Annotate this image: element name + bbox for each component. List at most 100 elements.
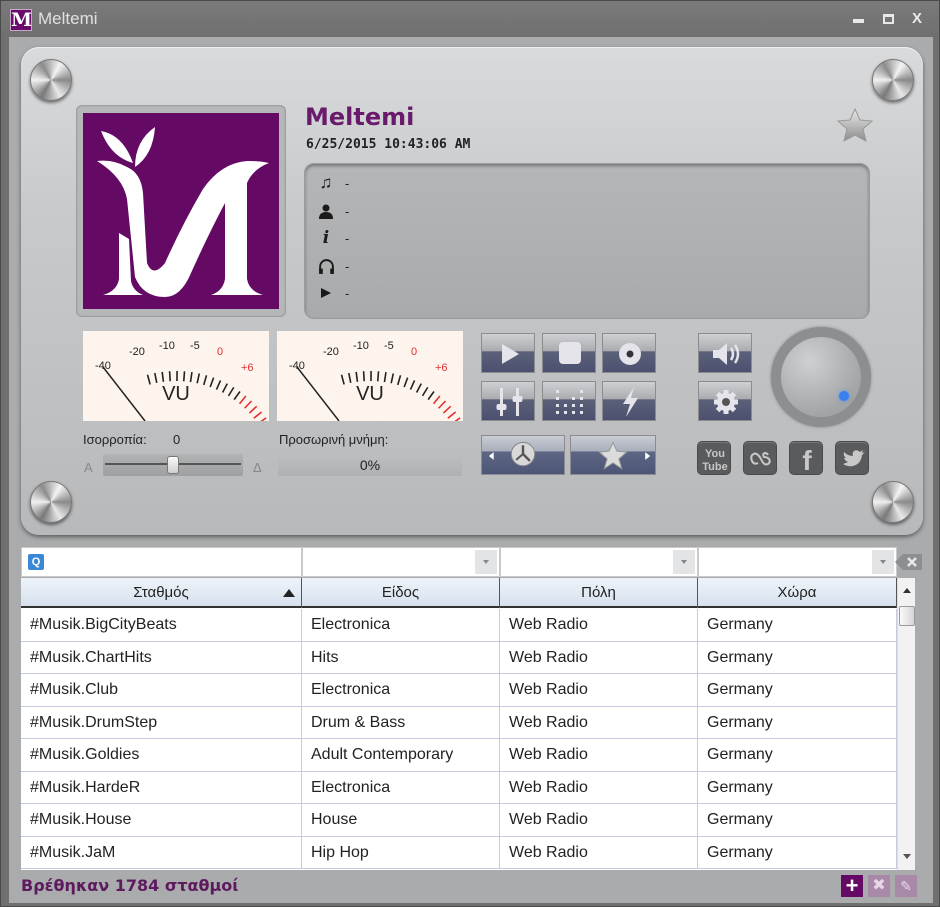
backspace-clear-icon bbox=[895, 554, 922, 570]
add-station-button[interactable]: + bbox=[841, 875, 863, 897]
play-icon bbox=[502, 344, 519, 364]
info-row-title: ♫ - bbox=[315, 172, 350, 194]
cell-country: Germany bbox=[698, 739, 897, 771]
scroll-up-button[interactable] bbox=[898, 578, 915, 604]
vu-scale-label: -20 bbox=[323, 346, 339, 358]
twitter-button[interactable] bbox=[835, 441, 869, 475]
search-icon: Q bbox=[28, 554, 44, 570]
cell-genre: Hits bbox=[302, 641, 500, 674]
facebook-button[interactable]: f bbox=[789, 441, 823, 476]
info-icon: i bbox=[322, 228, 330, 248]
cell-city: Web Radio bbox=[500, 771, 698, 804]
buffer-value: 0% bbox=[359, 457, 381, 473]
column-header-genre-label: Είδος bbox=[381, 584, 420, 601]
column-header-station[interactable]: Σταθμός bbox=[21, 578, 302, 608]
lastfm-button[interactable] bbox=[743, 441, 777, 475]
vu-tick bbox=[209, 377, 215, 388]
close-button[interactable]: X bbox=[908, 10, 926, 28]
mute-button[interactable] bbox=[698, 333, 752, 373]
info-artist-value: - bbox=[345, 203, 350, 219]
station-search-input[interactable] bbox=[50, 552, 297, 572]
screw-icon bbox=[30, 481, 72, 523]
buffer-label: Προσωρινή μνήμη: bbox=[279, 432, 389, 447]
settings-button[interactable] bbox=[698, 381, 752, 421]
table-row[interactable]: #Musik.BigCityBeats Electronica Web Radio G… bbox=[21, 609, 897, 642]
column-header-city[interactable]: Πόλη bbox=[500, 578, 698, 608]
country-filter-dropdown-icon[interactable] bbox=[872, 550, 894, 574]
edit-station-button[interactable]: ✎ bbox=[895, 875, 917, 897]
scroll-down-button[interactable] bbox=[898, 844, 915, 870]
table-body: #Musik.BigCityBeats Electronica Web Radio G… bbox=[21, 609, 897, 869]
vu-tick bbox=[154, 372, 158, 384]
effects-button[interactable] bbox=[602, 381, 656, 421]
screw-icon bbox=[30, 59, 72, 101]
volume-indicator bbox=[839, 391, 849, 401]
maximize-button[interactable] bbox=[879, 10, 897, 28]
country-filter[interactable] bbox=[698, 547, 897, 577]
scrollbar-thumb[interactable] bbox=[899, 606, 915, 626]
equalizer-button[interactable] bbox=[481, 381, 535, 421]
column-header-station-label: Σταθμός bbox=[133, 584, 189, 601]
maximize-icon bbox=[882, 14, 894, 24]
genre-filter-dropdown-icon[interactable] bbox=[475, 550, 497, 574]
station-datetime: 6/25/2015 10:43:06 AM bbox=[306, 137, 471, 152]
table-header: Σταθμός Είδος Πόλη Χώρα bbox=[21, 578, 897, 608]
youtube-button[interactable]: You Tube bbox=[697, 441, 731, 475]
vu-tick bbox=[189, 372, 193, 383]
title-bar[interactable]: M Meltemi X bbox=[1, 1, 939, 37]
balance-slider[interactable] bbox=[103, 454, 243, 476]
vu-tick bbox=[348, 372, 352, 384]
window-title: Meltemi bbox=[38, 9, 98, 28]
record-button[interactable] bbox=[602, 333, 656, 373]
cell-genre: Electronica bbox=[302, 609, 500, 641]
table-row[interactable]: #Musik.House House Web Radio Germany bbox=[21, 804, 897, 837]
column-header-country[interactable]: Χώρα bbox=[698, 578, 897, 608]
cell-country: Germany bbox=[698, 836, 897, 869]
vu-scale-label: -5 bbox=[384, 340, 394, 352]
twitter-bird-icon bbox=[843, 450, 865, 467]
youtube-icon: You Tube bbox=[702, 448, 727, 473]
table-row[interactable]: #Musik.DrumStep Drum & Bass Web Radio Germa… bbox=[21, 706, 897, 739]
table-row[interactable]: #Musik.Club Electronica Web Radio Germany bbox=[21, 674, 897, 707]
favorites-button[interactable] bbox=[570, 435, 656, 475]
history-button[interactable] bbox=[481, 435, 565, 475]
balance-label: Ισορροπία: bbox=[83, 432, 147, 447]
cell-genre: Drum & Bass bbox=[302, 706, 500, 739]
city-filter[interactable] bbox=[500, 547, 698, 577]
station-search-filter[interactable]: Q bbox=[21, 547, 302, 577]
volume-knob[interactable] bbox=[771, 327, 871, 427]
cell-station: #Musik.DrumStep bbox=[21, 706, 302, 739]
balance-left-label: Α bbox=[84, 460, 93, 475]
city-filter-dropdown-icon[interactable] bbox=[673, 550, 695, 574]
column-header-genre[interactable]: Είδος bbox=[302, 578, 500, 608]
balance-slider-thumb[interactable] bbox=[167, 456, 179, 474]
artist-icon bbox=[315, 200, 337, 222]
cell-country: Germany bbox=[698, 804, 897, 836]
info-row-listeners: - bbox=[315, 255, 349, 277]
vu-scale-label: -20 bbox=[129, 346, 145, 358]
delete-station-button[interactable]: ✖ bbox=[868, 875, 890, 897]
clear-filters-button[interactable] bbox=[895, 553, 923, 571]
cell-country: Germany bbox=[698, 771, 897, 804]
cell-city: Web Radio bbox=[500, 609, 698, 641]
record-icon bbox=[619, 343, 641, 365]
table-row[interactable]: #Musik.Goldies Adult Contemporary Web Radi… bbox=[21, 739, 897, 772]
stop-icon bbox=[559, 342, 581, 364]
vu-tick bbox=[146, 374, 151, 385]
genre-filter[interactable] bbox=[302, 547, 500, 577]
table-row[interactable]: #Musik.ChartHits Hits Web Radio Germany bbox=[21, 641, 897, 674]
table-scrollbar[interactable] bbox=[897, 578, 915, 870]
minimize-button[interactable] bbox=[849, 10, 867, 28]
stop-button[interactable] bbox=[542, 333, 596, 373]
cell-station: #Musik.ChartHits bbox=[21, 641, 302, 674]
visualizer-button[interactable] bbox=[542, 381, 596, 421]
cell-station: #Musik.Goldies bbox=[21, 739, 302, 771]
vu-tick bbox=[221, 383, 228, 393]
app-window: M Meltemi X Meltemi 6/25/2015 10:43:06 A… bbox=[0, 0, 940, 907]
vu-tick bbox=[396, 375, 402, 386]
play-button[interactable] bbox=[481, 333, 535, 373]
favorite-star-button[interactable] bbox=[836, 107, 874, 143]
table-row[interactable]: #Musik.HardeR Electronica Web Radio Germany bbox=[21, 771, 897, 804]
table-row[interactable]: #Musik.JaM Hip Hop Web Radio Germany bbox=[21, 836, 897, 869]
vu-tick bbox=[196, 373, 201, 384]
